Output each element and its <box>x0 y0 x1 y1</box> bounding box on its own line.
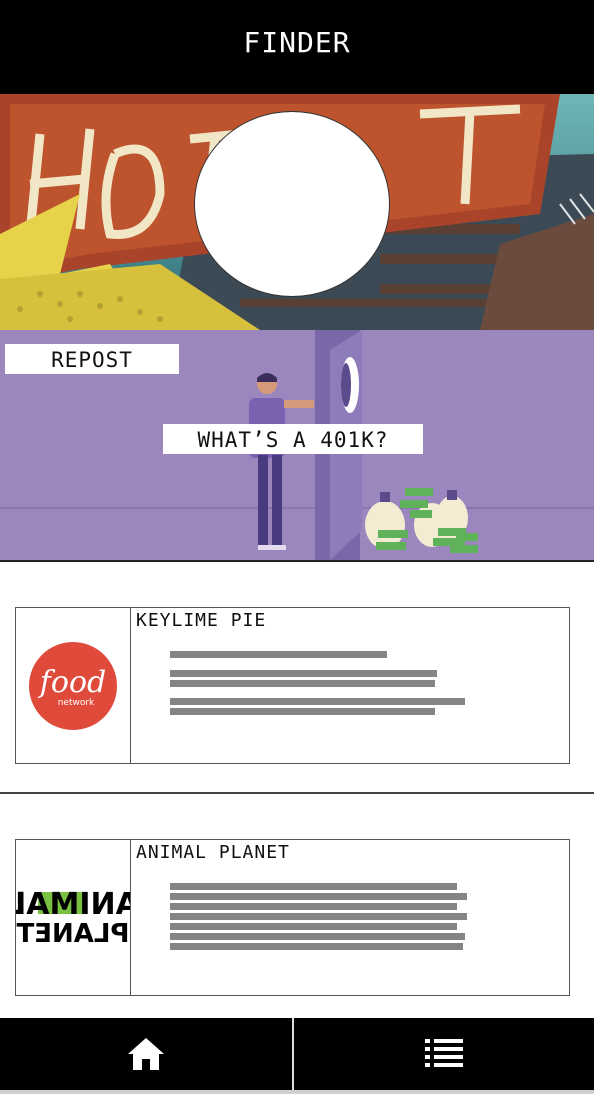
text-placeholder-line <box>170 670 437 677</box>
home-icon <box>128 1038 164 1070</box>
text-placeholder-line <box>170 680 435 687</box>
profile-avatar[interactable] <box>194 111 390 297</box>
text-placeholder-line <box>170 893 467 900</box>
list-icon <box>425 1039 463 1067</box>
text-placeholder-line <box>170 933 465 940</box>
repost-label[interactable]: REPOST <box>5 344 179 374</box>
logo-wordmark: food <box>38 665 106 700</box>
promo-banner[interactable]: REPOST WHAT’S A 401K? <box>0 330 594 562</box>
logo-bottom-text: PLANET <box>16 919 129 949</box>
text-placeholder-line <box>170 913 467 920</box>
logo-subtext: network <box>58 698 95 708</box>
text-placeholder-line <box>170 651 387 658</box>
feed-card[interactable]: ANIMAL PLANET ANIMAL PLANET <box>7 839 570 996</box>
text-placeholder-line <box>170 923 457 930</box>
app-header: FINDER <box>0 0 594 94</box>
nav-list-button[interactable] <box>294 1018 594 1090</box>
text-placeholder-line <box>170 883 457 890</box>
bottom-nav <box>0 1018 594 1090</box>
text-placeholder-line <box>170 708 435 715</box>
text-placeholder-line <box>170 698 465 705</box>
page-title: FINDER <box>243 26 351 59</box>
card-title: ANIMAL PLANET <box>136 842 290 863</box>
nav-home-button[interactable] <box>0 1018 292 1090</box>
promo-caption: WHAT’S A 401K? <box>163 424 423 454</box>
bottom-strip <box>0 1090 594 1094</box>
card-title: KEYLIME PIE <box>136 610 267 631</box>
text-placeholder-line <box>170 903 457 910</box>
text-placeholder-line <box>170 943 463 950</box>
feed-divider <box>0 792 594 794</box>
logo-top-text: ANIMAL <box>16 887 130 922</box>
feed-card[interactable]: food network KEYLIME PIE <box>15 607 570 764</box>
animal-planet-logo: ANIMAL PLANET <box>7 840 139 995</box>
food-network-logo: food network <box>16 608 131 763</box>
